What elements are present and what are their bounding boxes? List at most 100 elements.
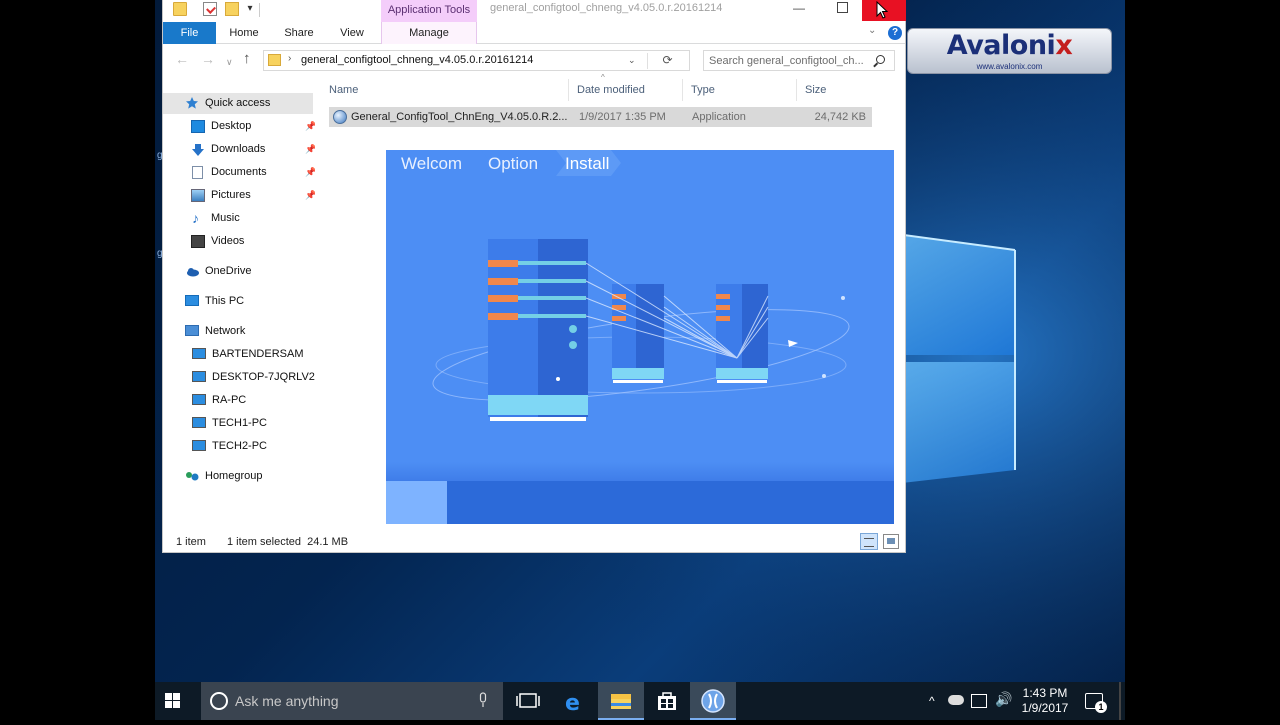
sidebar-item-label: Desktop	[211, 120, 252, 132]
folder-icon[interactable]	[173, 2, 187, 16]
step-welcome: Welcom	[401, 154, 463, 173]
sidebar-item-this-pc[interactable]: This PC	[185, 291, 313, 312]
notification-count-badge: 1	[1095, 701, 1107, 713]
sidebar-item-network-computer[interactable]: TECH2-PC	[192, 436, 313, 457]
address-bar[interactable]: › general_configtool_chneng_v4.05.0.r.20…	[263, 50, 690, 71]
sidebar-item-network[interactable]: Network	[185, 321, 313, 342]
properties-icon[interactable]	[203, 2, 217, 16]
sidebar-item-label: Music	[211, 212, 240, 224]
sidebar-item-network-computer[interactable]: RA-PC	[192, 390, 313, 411]
refresh-button[interactable]: ⟳	[647, 53, 687, 69]
cortana-icon[interactable]	[210, 692, 228, 710]
start-button[interactable]	[165, 693, 181, 709]
network-icon	[185, 325, 199, 336]
clock[interactable]: 1:43 PM 1/9/2017	[1017, 686, 1073, 716]
volume-icon[interactable]: 🔊	[995, 691, 1012, 708]
show-hidden-icons-icon[interactable]: ^	[929, 694, 935, 708]
store-button[interactable]	[644, 682, 690, 720]
file-date: 1/9/2017 1:35 PM	[579, 111, 666, 123]
downloads-icon	[191, 143, 205, 156]
pin-icon[interactable]: 📌	[305, 162, 315, 183]
onedrive-tray-icon[interactable]	[948, 695, 964, 705]
task-view-icon	[516, 693, 540, 708]
recent-locations-button[interactable]: ∨	[226, 54, 233, 70]
search-icon[interactable]	[876, 55, 885, 64]
desktop-icon	[191, 120, 205, 133]
computer-icon	[185, 295, 199, 306]
window-title: general_configtool_chneng_v4.05.0.r.2016…	[490, 2, 723, 14]
tab-home[interactable]: Home	[221, 22, 267, 44]
file-name: General_ConfigTool_ChnEng_V4.05.0.R.2...	[351, 111, 568, 123]
file-row[interactable]: General_ConfigTool_ChnEng_V4.05.0.R.2...…	[329, 107, 872, 127]
mouse-cursor-icon	[876, 1, 888, 19]
file-explorer-button[interactable]	[598, 682, 644, 720]
expand-ribbon-icon[interactable]: ⌄	[868, 25, 876, 36]
column-header-name[interactable]: Name	[321, 79, 569, 101]
edge-button[interactable]: e	[552, 682, 598, 720]
column-header-type[interactable]: Type	[683, 79, 797, 101]
address-row: ← → ∨ ↑ › general_configtool_chneng_v4.0…	[163, 45, 905, 75]
svg-text:e: e	[565, 691, 580, 716]
sidebar-item-music[interactable]: ♪ Music	[191, 208, 313, 229]
title-bar[interactable]: ▾ Application Tools general_configtool_c…	[163, 0, 906, 22]
new-folder-icon[interactable]	[225, 2, 239, 16]
close-button[interactable]	[862, 0, 906, 21]
search-input[interactable]	[709, 53, 869, 68]
sidebar-item-desktop[interactable]: Desktop 📌	[191, 116, 315, 137]
details-view-button[interactable]	[860, 533, 878, 550]
tab-manage[interactable]: Manage	[381, 22, 477, 44]
taskbar-search-input[interactable]	[235, 692, 465, 710]
pin-icon[interactable]: 📌	[305, 116, 315, 137]
star-icon	[185, 96, 199, 109]
clock-date: 1/9/2017	[1021, 701, 1069, 715]
tab-view[interactable]: View	[331, 22, 373, 44]
sidebar-item-videos[interactable]: Videos	[191, 231, 313, 252]
search-box[interactable]	[703, 50, 895, 71]
configtool-button[interactable]	[690, 682, 736, 720]
sidebar-item-downloads[interactable]: Downloads 📌	[191, 139, 315, 160]
application-tools-header: Application Tools	[381, 0, 477, 22]
forward-button[interactable]: →	[201, 51, 215, 67]
up-button[interactable]: ↑	[243, 51, 251, 67]
sidebar-item-quick-access[interactable]: Quick access	[163, 93, 313, 114]
breadcrumb-chevron-icon[interactable]: ›	[288, 53, 291, 64]
computer-icon	[192, 371, 206, 382]
store-icon	[658, 692, 676, 710]
pin-icon[interactable]: 📌	[305, 185, 315, 206]
sidebar-item-label: Downloads	[211, 143, 266, 155]
column-header-size[interactable]: Size	[797, 79, 877, 101]
brand-url: www.avalonix.com	[976, 62, 1043, 71]
cortana-search-box[interactable]	[201, 682, 503, 720]
sidebar-item-label: BARTENDERSAM	[212, 348, 304, 360]
network-tray-icon[interactable]	[971, 694, 987, 708]
file-size: 24,742 KB	[814, 111, 866, 123]
right-black-bar	[1125, 0, 1280, 682]
maximize-button[interactable]	[827, 0, 859, 22]
tab-share[interactable]: Share	[277, 22, 321, 44]
application-icon	[333, 110, 347, 124]
back-button[interactable]: ←	[175, 51, 189, 67]
address-dropdown-icon[interactable]: ⌄	[628, 55, 636, 66]
pin-icon[interactable]: 📌	[305, 139, 315, 160]
chevron-down-icon[interactable]: ▾	[243, 2, 257, 16]
sidebar-item-network-computer[interactable]: DESKTOP-7JQRLV2	[192, 367, 315, 388]
microphone-icon[interactable]	[478, 692, 488, 708]
installer-window: Welcom Option Install	[386, 150, 894, 524]
minimize-button[interactable]: —	[783, 0, 815, 22]
show-desktop-button[interactable]	[1119, 682, 1121, 720]
documents-icon	[192, 166, 203, 179]
sidebar-item-network-computer[interactable]: TECH1-PC	[192, 413, 313, 434]
column-header-date[interactable]: Date modified	[569, 79, 683, 101]
sidebar-item-homegroup[interactable]: Homegroup	[185, 466, 313, 487]
address-path[interactable]: general_configtool_chneng_v4.05.0.r.2016…	[301, 54, 533, 66]
sidebar-item-onedrive[interactable]: OneDrive	[185, 261, 313, 282]
task-view-button[interactable]	[505, 682, 551, 720]
sidebar-item-network-computer[interactable]: BARTENDERSAM	[192, 344, 313, 365]
sidebar-item-documents[interactable]: Documents 📌	[191, 162, 315, 183]
large-icons-view-button[interactable]	[883, 534, 899, 549]
taskbar: e ^ 🔊 1:43 PM 1/9/2017 1	[155, 682, 1125, 720]
help-icon[interactable]: ?	[888, 26, 902, 40]
sidebar-item-pictures[interactable]: Pictures 📌	[191, 185, 315, 206]
avalonix-logo: Avalonix www.avalonix.com	[907, 28, 1112, 74]
tab-file[interactable]: File	[163, 22, 216, 44]
